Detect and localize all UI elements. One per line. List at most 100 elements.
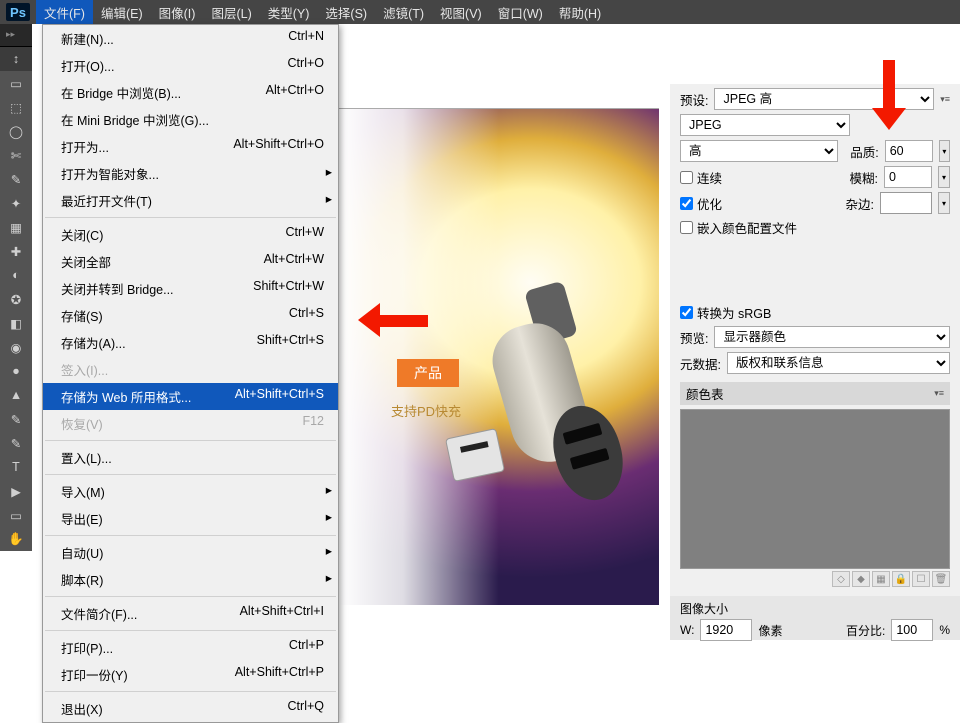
tool-button[interactable]: ✦ [0,191,32,215]
file-menu-item[interactable]: 置入(L)... [43,444,338,471]
file-menu-item[interactable]: 存储为 Web 所用格式...Alt+Shift+Ctrl+S [43,383,338,410]
tool-button[interactable]: ✋ [0,527,32,551]
file-menu-item[interactable]: 打印(P)...Ctrl+P [43,634,338,661]
menubar: Ps 文件(F) 编辑(E) 图像(I) 图层(L) 类型(Y) 选择(S) 滤… [0,0,960,24]
colortable-btn[interactable]: ◇ [832,571,850,587]
colortable-btn[interactable]: ▦ [872,571,890,587]
percent-input[interactable] [891,619,933,641]
blur-label: 模糊: [850,168,878,187]
image-size-label: 图像大小 [680,600,950,617]
file-menu-item[interactable]: 新建(N)...Ctrl+N [43,25,338,52]
tool-button[interactable]: ↕ [0,47,32,71]
format-select[interactable]: JPEG [680,114,850,136]
percent-unit: % [939,623,950,637]
tool-button[interactable]: ▦ [0,215,32,239]
tools-panel: ↕▭⬚◯✄✎✦▦✚◐✪◧◉●▲✎✎T▶▭✋ [0,47,32,551]
menu-filter[interactable]: 滤镜(T) [375,0,432,24]
save-for-web-panel: 预设: JPEG 高 ▾≡ JPEG 高 品质: ▾ 连续 模糊: ▾ 优化 杂… [670,84,960,640]
file-menu-item[interactable]: 打开为...Alt+Shift+Ctrl+O [43,133,338,160]
percent-label: 百分比: [846,622,885,639]
quality-input[interactable] [885,140,933,162]
file-menu-item[interactable]: 导入(M) [43,478,338,505]
tool-button[interactable]: ▶ [0,479,32,503]
matte-stepper-icon[interactable]: ▾ [938,192,950,214]
tool-button[interactable]: ◧ [0,311,32,335]
tool-button[interactable]: ▲ [0,383,32,407]
doc-tabstrip [0,24,32,47]
progressive-checkbox[interactable]: 连续 [680,168,722,187]
file-menu-item[interactable]: 导出(E) [43,505,338,532]
panel-menu-icon[interactable]: ▾≡ [940,94,950,105]
file-menu-dropdown: 新建(N)...Ctrl+N打开(O)...Ctrl+O在 Bridge 中浏览… [42,24,339,723]
blur-stepper-icon[interactable]: ▾ [938,166,950,188]
width-input[interactable] [700,619,752,641]
file-menu-item[interactable]: 打开(O)...Ctrl+O [43,52,338,79]
tool-button[interactable]: ✎ [0,407,32,431]
file-menu-item: 签入(I)... [43,356,338,383]
preview-select[interactable]: 显示器颜色 [714,326,950,348]
tool-button[interactable]: ✚ [0,239,32,263]
file-menu-item[interactable]: 退出(X)Ctrl+Q [43,695,338,722]
metadata-select[interactable]: 版权和联系信息 [727,352,950,374]
tool-button[interactable]: ✎ [0,431,32,455]
tool-button[interactable]: ◯ [0,119,32,143]
metadata-label: 元数据: [680,354,721,373]
file-menu-item[interactable]: 文件简介(F)...Alt+Shift+Ctrl+I [43,600,338,627]
quality-label: 品质: [850,142,878,161]
preset-label: 预设: [680,90,708,109]
tool-button[interactable]: ✪ [0,287,32,311]
color-table-grid [680,409,950,569]
app-logo: Ps [6,3,30,21]
menu-image[interactable]: 图像(I) [151,0,204,24]
srgb-checkbox[interactable]: 转换为 sRGB [680,303,771,322]
tool-button[interactable]: ◐ [0,263,32,287]
file-menu-item[interactable]: 存储(S)Ctrl+S [43,302,338,329]
annotation-arrow-down [872,60,906,130]
tool-button[interactable]: ● [0,359,32,383]
menu-select[interactable]: 选择(S) [317,0,375,24]
file-menu-item[interactable]: 打开为智能对象... [43,160,338,187]
tool-button[interactable]: ⬚ [0,95,32,119]
tool-button[interactable]: ▭ [0,71,32,95]
menu-help[interactable]: 帮助(H) [551,0,609,24]
file-menu-item[interactable]: 关闭全部Alt+Ctrl+W [43,248,338,275]
menu-window[interactable]: 窗口(W) [490,0,551,24]
file-menu-item[interactable]: 在 Bridge 中浏览(B)...Alt+Ctrl+O [43,79,338,106]
tool-button[interactable]: ✄ [0,143,32,167]
file-menu-item[interactable]: 关闭(C)Ctrl+W [43,221,338,248]
menu-type[interactable]: 类型(Y) [260,0,318,24]
quality-stepper-icon[interactable]: ▾ [939,140,950,162]
tool-button[interactable]: T [0,455,32,479]
file-menu-item[interactable]: 存储为(A)...Shift+Ctrl+S [43,329,338,356]
menu-view[interactable]: 视图(V) [432,0,490,24]
optimized-checkbox[interactable]: 优化 [680,194,722,213]
menu-file[interactable]: 文件(F) [36,0,93,24]
color-table-buttons: ◇ ◆ ▦ 🔒 ☐ 🗑 [680,571,950,587]
embed-profile-checkbox[interactable]: 嵌入颜色配置文件 [680,218,797,237]
tool-button[interactable]: ▭ [0,503,32,527]
colortable-btn[interactable]: ◆ [852,571,870,587]
file-menu-item[interactable]: 脚本(R) [43,566,338,593]
blur-input[interactable] [884,166,932,188]
annotation-arrow-left [358,303,428,337]
file-menu-item[interactable]: 关闭并转到 Bridge...Shift+Ctrl+W [43,275,338,302]
tool-button[interactable]: ◉ [0,335,32,359]
file-menu-item[interactable]: 在 Mini Bridge 中浏览(G)... [43,106,338,133]
unit-label: 像素 [758,622,782,639]
menu-edit[interactable]: 编辑(E) [93,0,151,24]
canvas-left-fade [339,109,499,605]
colortable-btn[interactable]: 🔒 [892,571,910,587]
preview-label: 预览: [680,328,708,347]
file-menu-item[interactable]: 自动(U) [43,539,338,566]
colortable-menu-icon[interactable]: ▾≡ [934,388,944,399]
preview-subtitle: 支持PD快充 [391,401,461,420]
menu-layer[interactable]: 图层(L) [203,0,259,24]
tool-button[interactable]: ✎ [0,167,32,191]
colortable-btn[interactable]: 🗑 [932,571,950,587]
quality-level-select[interactable]: 高 [680,140,838,162]
document-preview: 产品 支持PD快充 [339,108,659,605]
colortable-btn[interactable]: ☐ [912,571,930,587]
file-menu-item[interactable]: 最近打开文件(T) [43,187,338,214]
file-menu-item[interactable]: 打印一份(Y)Alt+Shift+Ctrl+P [43,661,338,688]
matte-color-picker[interactable] [880,192,932,214]
